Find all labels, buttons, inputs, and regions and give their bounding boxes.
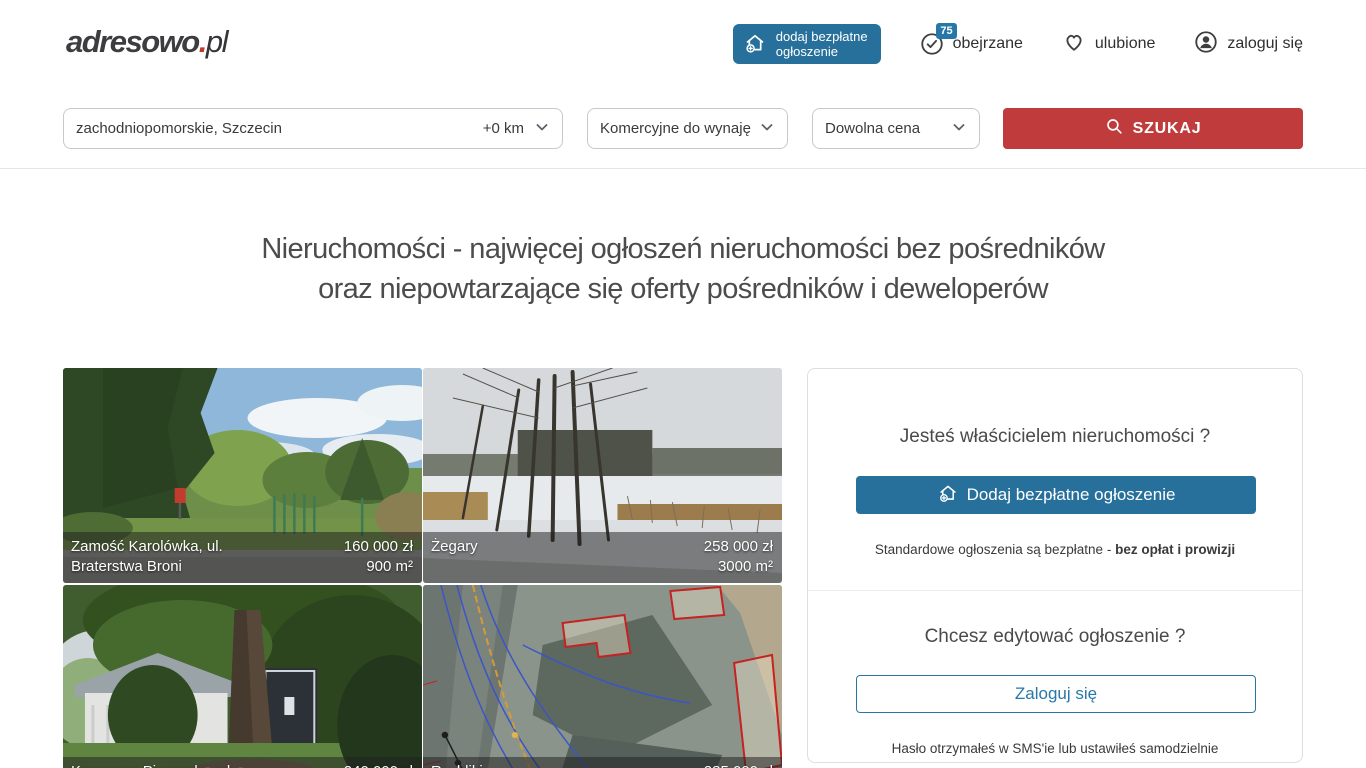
radius-value: +0 km bbox=[483, 120, 524, 137]
price-select[interactable]: Dowolna cena bbox=[812, 108, 980, 149]
property-photo bbox=[423, 585, 782, 768]
listing-location: Korenowo Pieszycko, ul. bbox=[71, 762, 276, 768]
listing-area: 3000 m² bbox=[636, 557, 773, 577]
listing-overlay: Zamość Karolówka, ul. Braterstwa Broni 1… bbox=[63, 532, 422, 583]
heart-icon bbox=[1061, 29, 1087, 60]
listing-location: Żegary bbox=[431, 537, 636, 557]
add-listing-sidebar-button[interactable]: Dodaj bezpłatne ogłoszenie bbox=[856, 476, 1256, 514]
favorites-label: ulubione bbox=[1095, 35, 1156, 53]
listing-location: Zamość Karolówka, ul. Braterstwa Broni bbox=[71, 537, 276, 577]
listing-overlay: Korenowo Pieszycko, ul. 240 000 zł bbox=[63, 757, 422, 768]
owner-note-bold: bez opłat i prowizji bbox=[1115, 542, 1235, 557]
chevron-down-icon bbox=[534, 119, 550, 139]
chevron-down-icon bbox=[759, 119, 775, 139]
login-link[interactable]: zaloguj się bbox=[1193, 29, 1303, 60]
logo-dot: . bbox=[199, 24, 206, 59]
login-label: zaloguj się bbox=[1227, 35, 1303, 53]
listing-overlay: Żegary 258 000 zł 3000 m² bbox=[423, 532, 782, 583]
viewed-link[interactable]: 75 obejrzane bbox=[919, 31, 1023, 57]
property-photo bbox=[63, 585, 422, 768]
add-listing-label-line2: ogłoszenie bbox=[776, 44, 868, 59]
user-circle-icon bbox=[1193, 29, 1219, 60]
page-title-line1: Nieruchomości - najwięcej ogłoszeń nieru… bbox=[0, 229, 1366, 269]
search-submit-label: SZUKAJ bbox=[1133, 120, 1202, 138]
page-title: Nieruchomości - najwięcej ogłoszeń nieru… bbox=[0, 229, 1366, 309]
listing-card[interactable]: Zamość Karolówka, ul. Braterstwa Broni 1… bbox=[63, 368, 422, 583]
category-value: Komercyjne do wynaję bbox=[600, 120, 751, 137]
add-listing-header-button[interactable]: dodaj bezpłatne ogłoszenie bbox=[733, 24, 881, 64]
location-value: zachodniopomorskie, Szczecin bbox=[76, 120, 483, 137]
edit-section: Chcesz edytować ogłoszenie ? Zaloguj się… bbox=[808, 626, 1302, 756]
favorites-link[interactable]: ulubione bbox=[1061, 29, 1156, 60]
house-plus-icon bbox=[937, 482, 959, 509]
logo-name: adresowo bbox=[66, 24, 199, 59]
listings-grid: Zamość Karolówka, ul. Braterstwa Broni 1… bbox=[63, 368, 782, 768]
owner-section: Jesteś właścicielem nieruchomości ? Doda… bbox=[808, 426, 1302, 557]
listing-price: 240 000 zł bbox=[276, 762, 413, 768]
login-sidebar-button[interactable]: Zaloguj się bbox=[856, 675, 1256, 713]
listing-price: 285 000 zł bbox=[636, 762, 773, 768]
owner-panel: Jesteś właścicielem nieruchomości ? Doda… bbox=[807, 368, 1303, 763]
location-input[interactable]: zachodniopomorskie, Szczecin +0 km bbox=[63, 108, 563, 149]
header-actions: dodaj bezpłatne ogłoszenie 75 obejrzane … bbox=[733, 24, 1303, 64]
adresowo-logo[interactable]: adresowo.pl bbox=[66, 24, 227, 60]
listing-area: 900 m² bbox=[276, 557, 413, 577]
search-icon bbox=[1105, 117, 1124, 141]
add-listing-sidebar-label: Dodaj bezpłatne ogłoszenie bbox=[967, 485, 1176, 505]
listing-price: 258 000 zł bbox=[636, 537, 773, 557]
owner-note-text: Standardowe ogłoszenia są bezpłatne - bbox=[875, 542, 1115, 557]
owner-note: Standardowe ogłoszenia są bezpłatne - be… bbox=[808, 542, 1302, 557]
viewed-label: obejrzane bbox=[953, 35, 1023, 53]
edit-note: Hasło otrzymałeś w SMS'ie lub ustawiłeś … bbox=[808, 741, 1302, 756]
listing-overlay: Rychliki 285 000 zł bbox=[423, 757, 782, 768]
check-circle-icon: 75 bbox=[919, 31, 945, 57]
add-listing-label-line1: dodaj bezpłatne bbox=[776, 29, 868, 44]
listing-location: Rychliki bbox=[431, 762, 636, 768]
category-select[interactable]: Komercyjne do wynaję bbox=[587, 108, 788, 149]
chevron-down-icon bbox=[951, 119, 967, 139]
listing-card[interactable]: Rychliki 285 000 zł bbox=[423, 585, 782, 768]
search-bar: zachodniopomorskie, Szczecin +0 km Komer… bbox=[63, 108, 1303, 149]
login-sidebar-label: Zaloguj się bbox=[1015, 684, 1097, 704]
sidebar-divider bbox=[808, 590, 1302, 591]
page-title-line2: oraz niepowtarzające się oferty pośredni… bbox=[0, 269, 1366, 309]
owner-title: Jesteś właścicielem nieruchomości ? bbox=[808, 426, 1302, 448]
house-plus-icon bbox=[743, 31, 767, 58]
listing-price: 160 000 zł bbox=[276, 537, 413, 557]
viewed-count-badge: 75 bbox=[936, 23, 956, 39]
edit-title: Chcesz edytować ogłoszenie ? bbox=[808, 626, 1302, 648]
header-divider bbox=[0, 168, 1366, 169]
adresowo-homepage: adresowo.pl dodaj bezpłatne ogłoszenie bbox=[0, 0, 1366, 768]
price-value: Dowolna cena bbox=[825, 120, 920, 137]
listing-card[interactable]: Korenowo Pieszycko, ul. 240 000 zł bbox=[63, 585, 422, 768]
search-submit-button[interactable]: SZUKAJ bbox=[1003, 108, 1303, 149]
listing-card[interactable]: Żegary 258 000 zł 3000 m² bbox=[423, 368, 782, 583]
logo-tld: pl bbox=[206, 24, 227, 59]
